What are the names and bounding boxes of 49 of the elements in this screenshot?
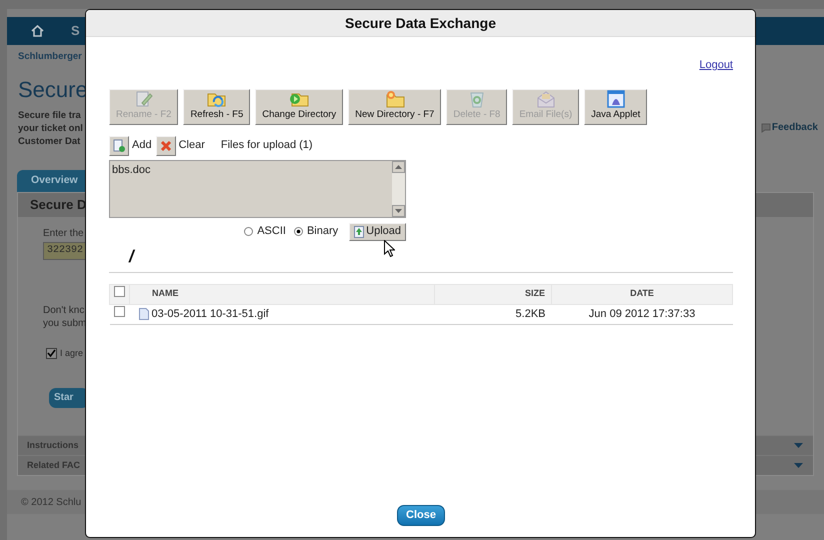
- scroll-up-icon: [395, 164, 402, 168]
- field-label: Enter the: [43, 227, 84, 241]
- mouse-cursor-icon: [384, 240, 395, 257]
- column-header[interactable]: SIZE: [434, 284, 552, 304]
- toolbar-button[interactable]: New Directory - F7: [348, 88, 442, 124]
- close-button[interactable]: Close: [397, 505, 445, 526]
- radio-button[interactable]: [294, 227, 303, 236]
- caret-icon: [794, 463, 803, 468]
- radio-label: ASCII: [257, 224, 286, 240]
- home-icon[interactable]: [31, 25, 44, 37]
- radio-button[interactable]: [244, 227, 254, 236]
- add-file-icon: [113, 138, 125, 152]
- file-name[interactable]: 03-05-2011 10-31-51.gif: [138, 306, 434, 322]
- toolbar-button[interactable]: Change Directory: [255, 88, 344, 124]
- upload-file-list[interactable]: bbs.doc: [109, 160, 406, 218]
- toolbar-button[interactable]: Java Applet: [584, 88, 648, 124]
- agree-label: I agre: [60, 347, 84, 360]
- upload-button[interactable]: Upload: [349, 222, 406, 240]
- clear-button[interactable]: Clear: [156, 136, 205, 156]
- copyright-text: © 2012 Schlu: [21, 496, 82, 510]
- file-icon: [138, 308, 148, 320]
- upload-count-label: Files for upload (1): [220, 138, 313, 154]
- file-date: Jun 09 2012 17:37:33: [552, 304, 732, 324]
- scroll-down-icon: [395, 208, 402, 212]
- pencil-page-icon: [134, 90, 154, 108]
- nav-link[interactable]: S: [71, 21, 80, 41]
- page-heading: Secure: [18, 77, 88, 104]
- logout-link[interactable]: Logout: [699, 57, 733, 74]
- window-icon: [606, 90, 626, 108]
- envelope-icon: [536, 90, 556, 108]
- caret-icon: [794, 443, 803, 448]
- scrollbar[interactable]: [392, 160, 405, 216]
- column-header[interactable]: NAME: [130, 284, 434, 304]
- close-icon: [160, 140, 172, 152]
- column-header[interactable]: DATE: [552, 284, 732, 304]
- intro-text: Secure file tra your ticket onl Customer Dat: [18, 109, 84, 148]
- file-list-item[interactable]: bbs.doc: [112, 162, 392, 178]
- select-all-checkbox[interactable]: [114, 286, 125, 297]
- add-button[interactable]: Add: [109, 136, 152, 156]
- speech-bubble-icon: [760, 122, 771, 132]
- file-size: 5.2KB: [434, 304, 552, 324]
- upload-icon: [354, 226, 364, 238]
- toolbar-button[interactable]: Refresh - F5: [183, 88, 250, 124]
- current-path: /: [129, 246, 134, 266]
- row-checkbox[interactable]: [114, 306, 125, 317]
- agree-checkbox[interactable]: [46, 348, 57, 360]
- dialog-title: Secure Data Exchange: [345, 14, 496, 33]
- new-folder-icon: [384, 90, 405, 108]
- radio-label: Binary: [306, 224, 338, 240]
